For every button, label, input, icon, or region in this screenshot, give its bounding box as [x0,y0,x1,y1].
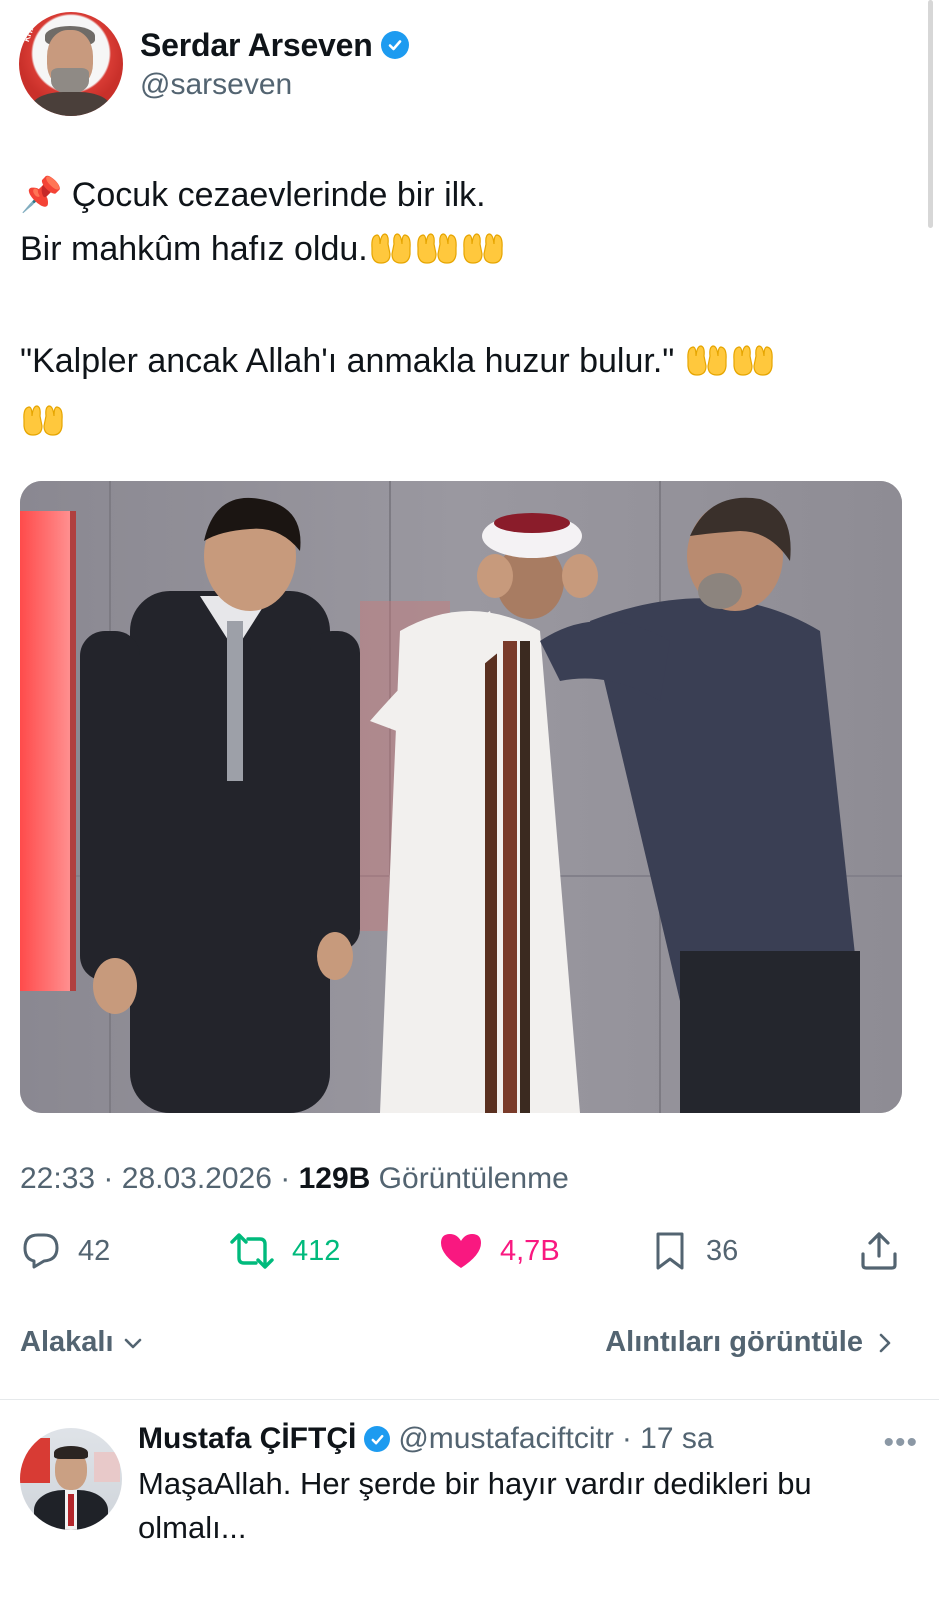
retweet-icon [230,1233,274,1269]
palms-up-together-icon [368,228,414,282]
heart-icon [441,1234,481,1268]
retweet-button[interactable]: 412 [228,1230,340,1272]
author-avatar[interactable]: KİTABIN ORTASI [19,12,123,116]
scrollbar[interactable] [928,0,933,228]
avatar-flag [20,1438,50,1483]
author-display-name[interactable]: Serdar Arseven [140,27,373,64]
meta-separator: · [103,1162,114,1195]
tweet-line-2-text: Bir mahkûm hafız oldu. [20,230,368,268]
retweet-count: 412 [292,1234,341,1267]
tweet-line-1: 📌 Çocuk cezaevlerinde bir ilk. [20,176,486,214]
reply-count: 42 [78,1234,111,1267]
palms-up-together-icon [684,340,730,394]
meta-separator: · [280,1162,291,1195]
palms-up-together-icon [730,340,776,394]
tweet-photo[interactable] [20,481,902,1113]
bookmark-icon [656,1232,684,1270]
photo-illustration [20,481,902,1113]
tweet-line-2: Bir mahkûm hafız oldu. [20,222,920,282]
related-dropdown[interactable]: Alakalı [20,1326,144,1359]
view-quotes-link[interactable]: Alıntıları görüntüle [605,1326,895,1359]
reply-text: MaşaAllah. Her şerde bir hayır vardır de… [138,1466,812,1545]
reply-button[interactable]: 42 [20,1230,110,1272]
palms-up-together-icon [414,228,460,282]
avatar-shoulders [31,92,111,116]
more-options-icon[interactable]: ••• [883,1426,918,1460]
author-name-row: Serdar Arseven [140,27,409,64]
speech-bubble-icon [23,1233,59,1269]
tweet-line-3: "Kalpler ancak Allah'ı anmakla huzur bul… [20,334,920,394]
tweet-actions: 42 412 4,7B 36 [20,1230,910,1286]
tweet-line-3-text: "Kalpler ancak Allah'ı anmakla huzur bul… [20,342,675,380]
avatar-beard [51,68,89,94]
tweet-detail-page: KİTABIN ORTASI Serdar Arseven @sarseven … [0,0,939,1600]
reply-time[interactable]: · 17 sa [622,1422,714,1456]
tweet-date[interactable]: 28.03.2026 [122,1162,272,1195]
author-handle[interactable]: @sarseven [140,68,409,102]
share-button[interactable] [858,1230,900,1272]
palms-up-together-icon [460,228,506,282]
chevron-right-icon [879,1333,891,1352]
verified-badge-icon [380,31,409,59]
avatar-hair [54,1446,88,1459]
reply-body: Mustafa ÇİFTÇİ @mustafaciftcitr · 17 sa … [138,1422,918,1550]
bookmark-button[interactable]: 36 [650,1230,738,1272]
views-count[interactable]: 129B [299,1162,371,1195]
share-icon [861,1232,897,1270]
author-names: Serdar Arseven @sarseven [140,27,409,102]
tweet-author[interactable]: KİTABIN ORTASI Serdar Arseven @sarseven [19,12,409,116]
views-label: Görüntülenme [378,1162,569,1195]
palms-up-together-icon [20,400,66,454]
tweet-text: 📌 Çocuk cezaevlerinde bir ilk. Bir mahkû… [20,168,920,454]
tweet-line-4 [20,394,920,454]
tweet-meta: 22:33 · 28.03.2026 · 129B Görüntülenme [20,1162,569,1196]
tweet-time[interactable]: 22:33 [20,1162,95,1195]
chevron-down-icon [124,1338,141,1348]
avatar-background-detail [94,1452,120,1482]
reply-header: Mustafa ÇİFTÇİ @mustafaciftcitr · 17 sa [138,1422,918,1456]
like-count: 4,7B [500,1234,560,1267]
related-label: Alakalı [20,1326,114,1358]
reply-avatar[interactable] [20,1428,122,1530]
divider [0,1399,939,1400]
like-button[interactable]: 4,7B [438,1230,560,1272]
quotes-label: Alıntıları görüntüle [605,1326,863,1358]
avatar-tie [68,1494,74,1526]
bookmark-count: 36 [706,1234,739,1267]
reply-display-name[interactable]: Mustafa ÇİFTÇİ [138,1422,356,1456]
reply-handle[interactable]: @mustafaciftcitr [398,1422,614,1456]
verified-badge-icon [364,1426,391,1452]
